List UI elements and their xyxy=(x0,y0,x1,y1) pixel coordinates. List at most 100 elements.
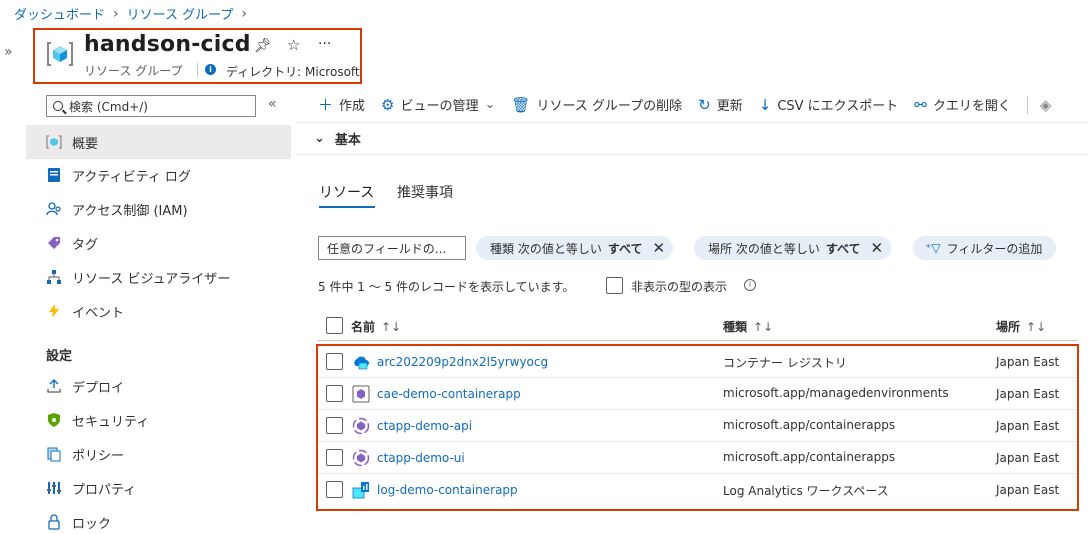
page-subtitle: リソース グループ xyxy=(84,64,183,78)
sidebar-item-label: リソース ビジュアライザー xyxy=(72,271,231,287)
tag-icon xyxy=(46,235,62,251)
sidebar-item-label: アクティビティ ログ xyxy=(72,169,191,185)
event-icon xyxy=(46,303,62,319)
visualizer-icon xyxy=(46,269,62,285)
sort-icon: ↑↓ xyxy=(1026,320,1047,334)
column-header-type[interactable]: 種類 ↑↓ xyxy=(723,318,773,335)
page-title: handson-cicd xyxy=(84,32,251,57)
essentials-label: 基本 xyxy=(334,133,361,148)
query-icon: ⚯ xyxy=(914,95,927,114)
create-button[interactable]: ＋ 作成 xyxy=(318,94,365,115)
search-icon xyxy=(53,101,63,111)
plus-icon: ＋ xyxy=(318,96,334,114)
refresh-label: 更新 xyxy=(716,99,743,114)
more-icon[interactable]: ··· xyxy=(318,36,331,52)
sidebar-item-tags[interactable]: タグ xyxy=(26,226,291,260)
iam-icon xyxy=(46,201,62,217)
deploy-icon xyxy=(46,378,62,394)
gear-icon: ⚙ xyxy=(381,95,395,114)
sidebar-item-policies[interactable]: ポリシー xyxy=(26,437,291,471)
directory-label: ディレクトリ: Microsoft xyxy=(226,65,360,79)
show-hidden-checkbox[interactable] xyxy=(606,277,623,294)
delete-label: リソース グループの削除 xyxy=(536,99,683,114)
type-filter-value: すべて xyxy=(607,241,643,256)
show-hidden-label: 非表示の型の表示 xyxy=(631,280,728,294)
column-header-label: 名前 xyxy=(351,320,376,334)
lock-icon xyxy=(46,514,62,530)
policy-icon xyxy=(46,446,62,462)
close-icon[interactable]: ✕ xyxy=(653,239,666,257)
add-filter-label: フィルターの追加 xyxy=(946,241,1043,256)
sidebar-item-resource-visualizer[interactable]: リソース ビジュアライザー xyxy=(26,260,291,294)
column-header-label: 場所 xyxy=(996,320,1021,334)
star-icon[interactable]: ☆ xyxy=(287,36,300,54)
refresh-button[interactable]: ↻ 更新 xyxy=(698,95,743,115)
properties-icon xyxy=(46,480,62,496)
trash-icon: 🗑︎ xyxy=(511,95,531,114)
sidebar-item-properties[interactable]: プロパティ xyxy=(26,471,291,505)
sidebar-item-label: タグ xyxy=(72,237,99,253)
sidebar-item-label: アクセス制御 (IAM) xyxy=(72,203,188,219)
sidebar-item-label: ロック xyxy=(72,516,112,532)
add-filter-button[interactable]: ⁺▽ フィルターの追加 xyxy=(913,236,1057,260)
manage-view-label: ビューの管理 xyxy=(400,99,479,114)
sidebar-item-label: イベント xyxy=(72,305,125,321)
sidebar-item-iam[interactable]: アクセス制御 (IAM) xyxy=(26,192,291,226)
export-csv-label: CSV にエクスポート xyxy=(777,99,899,114)
filter-field-input[interactable]: 任意のフィールドの... xyxy=(318,236,466,260)
shield-icon xyxy=(46,412,62,428)
search-placeholder: 検索 (Cmd+/) xyxy=(69,99,148,114)
tab-recommendations[interactable]: 推奨事項 xyxy=(397,182,453,202)
location-filter-label: 場所 次の値と等しい xyxy=(708,241,820,256)
open-query-label: クエリを開く xyxy=(932,99,1011,114)
close-icon[interactable]: ✕ xyxy=(871,239,884,257)
feedback-icon: ◈ xyxy=(1039,95,1052,114)
sidebar-search-input[interactable]: 検索 (Cmd+/) xyxy=(46,95,256,117)
download-icon: ↓ xyxy=(758,95,772,114)
pin-icon[interactable]: 📌︎ xyxy=(254,38,272,54)
column-header-location[interactable]: 場所 ↑↓ xyxy=(996,318,1046,335)
resource-group-icon xyxy=(47,42,73,66)
open-query-button[interactable]: ⚯ クエリを開く xyxy=(914,95,1011,115)
breadcrumb-resource-groups[interactable]: リソース グループ xyxy=(127,4,234,23)
column-header-name[interactable]: 名前 ↑↓ xyxy=(351,318,401,335)
info-icon: i xyxy=(205,64,216,75)
info-icon[interactable]: i xyxy=(744,279,756,291)
manage-view-button[interactable]: ⚙ ビューの管理 ⌄ xyxy=(381,95,496,115)
sidebar-item-deployments[interactable]: デプロイ xyxy=(26,369,291,403)
sidebar-item-events[interactable]: イベント xyxy=(26,294,291,328)
tab-underline xyxy=(319,206,375,208)
divider xyxy=(296,154,1088,155)
sidebar-item-activity-log[interactable]: アクティビティ ログ xyxy=(26,158,291,192)
location-filter-pill[interactable]: 場所 次の値と等しい すべて ✕ xyxy=(694,236,892,260)
breadcrumb: ダッシュボード › リソース グループ › xyxy=(14,4,247,24)
feedback-button[interactable]: ◈ xyxy=(1040,96,1058,114)
add-filter-icon: ⁺▽ xyxy=(925,241,941,255)
type-filter-label: 種類 次の値と等しい xyxy=(490,241,602,256)
select-all-checkbox[interactable] xyxy=(326,317,343,334)
essentials-toggle[interactable]: ⌄ 基本 xyxy=(314,129,361,148)
record-count: 5 件中 1 〜 5 件のレコードを表示しています。 xyxy=(318,280,575,294)
tab-resources[interactable]: リソース xyxy=(319,182,374,202)
sidebar-item-overview[interactable]: 概要 xyxy=(26,125,291,159)
sidebar-item-security[interactable]: セキュリティ xyxy=(26,403,291,437)
settings-section-title: 設定 xyxy=(46,349,73,364)
divider xyxy=(318,340,1078,341)
overview-icon xyxy=(46,134,62,150)
expand-sidebar-icon[interactable]: » xyxy=(4,44,13,60)
activity-log-icon xyxy=(46,167,62,183)
column-header-label: 種類 xyxy=(723,320,748,334)
collapse-sidebar-icon[interactable]: « xyxy=(268,96,277,112)
divider xyxy=(197,63,198,77)
sidebar-item-label: デプロイ xyxy=(72,380,125,396)
sidebar-item-locks[interactable]: ロック xyxy=(26,505,291,534)
sidebar-item-label: セキュリティ xyxy=(72,414,150,430)
sidebar-item-label: ポリシー xyxy=(72,448,125,464)
chevron-down-icon: ⌄ xyxy=(484,97,496,112)
delete-resource-group-button[interactable]: 🗑︎ リソース グループの削除 xyxy=(511,95,683,115)
export-csv-button[interactable]: ↓ CSV にエクスポート xyxy=(758,95,899,115)
type-filter-pill[interactable]: 種類 次の値と等しい すべて ✕ xyxy=(476,236,674,260)
breadcrumb-dashboard[interactable]: ダッシュボード xyxy=(14,4,105,23)
divider xyxy=(296,122,1088,123)
divider xyxy=(1026,95,1028,114)
